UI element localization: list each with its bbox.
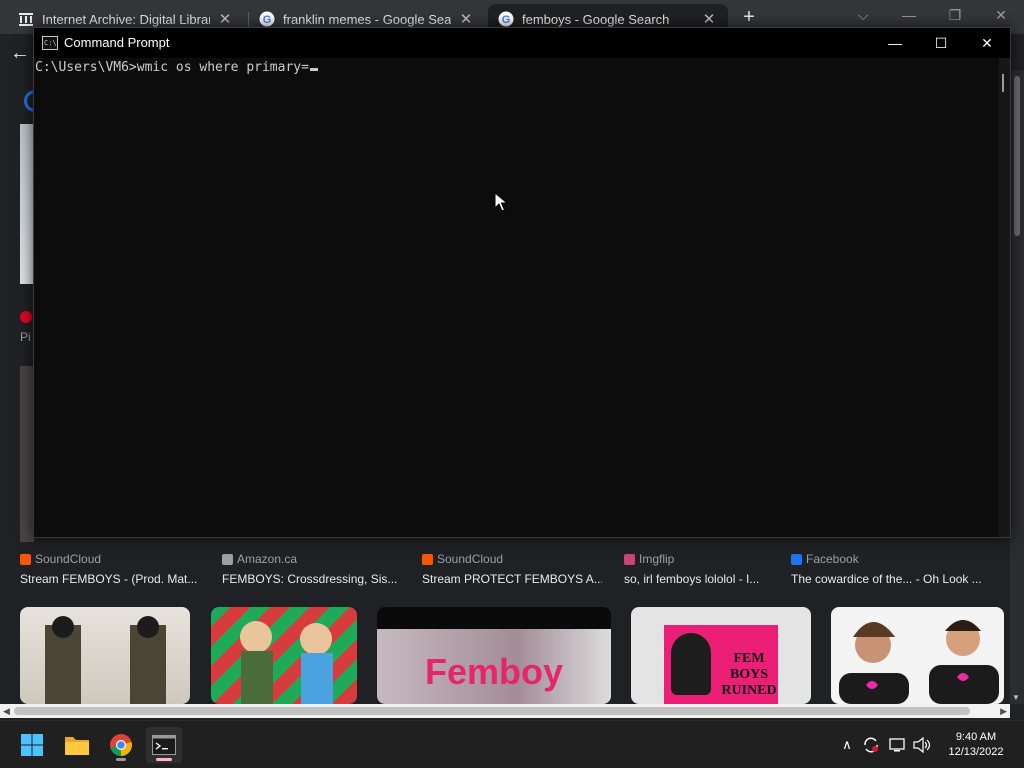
soundcloud-icon: [422, 553, 433, 565]
result-source: Amazon.ca: [222, 552, 402, 566]
browser-close-button[interactable]: ✕: [978, 0, 1024, 30]
active-indicator: [156, 758, 172, 761]
tab-title: franklin memes - Google Search: [283, 11, 451, 27]
scrollbar-thumb[interactable]: [1014, 76, 1020, 236]
minimize-button[interactable]: —: [872, 28, 918, 58]
amazon-icon: [222, 553, 233, 565]
result-source-label: Facebook: [806, 552, 859, 566]
result-item[interactable]: SoundCloud Stream FEMBOYS - (Prod. Mat..…: [20, 552, 205, 586]
window-title: Command Prompt: [64, 35, 170, 50]
command-prompt-icon: [152, 735, 176, 755]
console-line: C:\Users\VM6>wmic os where primary=: [35, 60, 318, 75]
taskbar: ∧ 9:40 AM 12/13/2022: [0, 720, 1024, 768]
system-clock[interactable]: 9:40 AM 12/13/2022: [938, 730, 1014, 760]
scrollbar-thumb[interactable]: [1002, 74, 1004, 92]
chrome-icon: [110, 734, 132, 756]
scroll-down-icon[interactable]: ▼: [1012, 693, 1020, 702]
running-indicator: [116, 758, 126, 761]
scrollbar-thumb[interactable]: [14, 707, 970, 715]
mouse-pointer-icon: [494, 192, 508, 212]
result-image[interactable]: FEM BOYS RUINED: [631, 607, 811, 704]
image-text: FEM BOYS RUINED: [721, 651, 777, 698]
cmd-scrollbar[interactable]: [999, 58, 1010, 537]
result-source-label: Amazon.ca: [237, 552, 298, 566]
taskbar-file-explorer[interactable]: [59, 727, 95, 763]
console-prompt: C:\Users\VM6>: [35, 60, 137, 75]
browser-minimize-button[interactable]: —: [886, 0, 932, 30]
text-cursor: [309, 68, 318, 71]
clock-time: 9:40 AM: [955, 731, 997, 743]
result-image[interactable]: [211, 607, 357, 704]
result-source-label: SoundCloud: [437, 552, 504, 566]
result-item[interactable]: SoundCloud Stream PROTECT FEMBOYS A...: [422, 552, 602, 586]
tab-title: Internet Archive: Digital Library o: [42, 11, 210, 27]
result-caption[interactable]: Stream FEMBOYS - (Prod. Mat...: [20, 572, 205, 586]
result-image[interactable]: Femboy: [377, 607, 611, 704]
tab-close-icon[interactable]: ✕: [457, 10, 475, 28]
result-item[interactable]: Imgflip so, irl femboys lololol - I...: [624, 552, 774, 586]
tab-close-icon[interactable]: ✕: [700, 10, 718, 28]
taskbar-command-prompt[interactable]: [146, 727, 182, 763]
browser-maximize-button[interactable]: ❐: [932, 0, 978, 30]
tab-search-icon[interactable]: ⌵: [840, 0, 886, 30]
taskbar-chrome[interactable]: [103, 727, 139, 763]
page-vertical-scrollbar[interactable]: ▼: [1010, 70, 1024, 704]
google-icon: G: [498, 11, 514, 27]
facebook-icon: [791, 553, 802, 565]
tab-close-icon[interactable]: ✕: [216, 10, 234, 28]
network-icon[interactable]: [886, 721, 908, 768]
soundcloud-icon: [20, 553, 31, 565]
image-text: Femboy: [424, 651, 564, 692]
close-button[interactable]: ✕: [964, 28, 1010, 58]
result-image[interactable]: [20, 366, 34, 542]
scroll-right-icon[interactable]: ▶: [1000, 704, 1007, 718]
result-caption[interactable]: so, irl femboys lololol - I...: [624, 572, 774, 586]
svg-text:G: G: [263, 14, 272, 26]
svg-text:G: G: [502, 14, 511, 26]
result-source: Imgflip: [624, 552, 774, 566]
command-prompt-window[interactable]: C:\ Command Prompt — ☐ ✕ C:\Users\VM6>wm…: [33, 27, 1011, 538]
cmd-titlebar[interactable]: C:\ Command Prompt — ☐ ✕: [34, 28, 1010, 58]
command-prompt-icon: C:\: [42, 36, 58, 50]
tray-overflow-chevron-icon[interactable]: ∧: [836, 721, 858, 768]
maximize-button[interactable]: ☐: [918, 28, 964, 58]
result-source: Facebook: [791, 552, 996, 566]
result-source: SoundCloud: [20, 552, 205, 566]
page-horizontal-scrollbar[interactable]: ◀ ▶: [0, 704, 1010, 718]
result-source-label: SoundCloud: [35, 552, 102, 566]
result-image[interactable]: [831, 607, 1004, 704]
result-item[interactable]: Amazon.ca FEMBOYS: Crossdressing, Sis...: [222, 552, 402, 586]
back-arrow-icon[interactable]: ←: [10, 42, 30, 65]
console-output[interactable]: C:\Users\VM6>wmic os where primary=: [34, 58, 999, 537]
result-caption[interactable]: Stream PROTECT FEMBOYS A...: [422, 572, 602, 586]
result-item[interactable]: Facebook The cowardice of the... - Oh Lo…: [791, 552, 996, 586]
pinterest-icon: [20, 311, 32, 323]
file-explorer-icon: [65, 737, 89, 755]
tab-title: femboys - Google Search: [522, 11, 670, 27]
result-caption[interactable]: The cowardice of the... - Oh Look ...: [791, 572, 996, 586]
result-image[interactable]: [20, 124, 34, 284]
start-icon: [21, 734, 43, 756]
result-caption[interactable]: FEMBOYS: Crossdressing, Sis...: [222, 572, 402, 586]
google-icon: G: [259, 11, 275, 27]
result-image[interactable]: [20, 607, 190, 704]
result-source: SoundCloud: [422, 552, 602, 566]
imgflip-icon: [624, 553, 635, 565]
console-command: wmic os where primary=: [136, 60, 309, 75]
volume-icon[interactable]: [910, 721, 934, 768]
result-source-label[interactable]: Pi: [20, 330, 31, 344]
archive-icon: [18, 11, 34, 27]
result-source-label: Imgflip: [639, 552, 675, 566]
scroll-left-icon[interactable]: ◀: [3, 704, 10, 718]
desktop-screen: Internet Archive: Digital Library o ✕ G …: [0, 0, 1024, 768]
tray-sync-icon[interactable]: [860, 721, 882, 768]
start-button[interactable]: [14, 727, 50, 763]
clock-date: 12/13/2022: [948, 746, 1004, 758]
